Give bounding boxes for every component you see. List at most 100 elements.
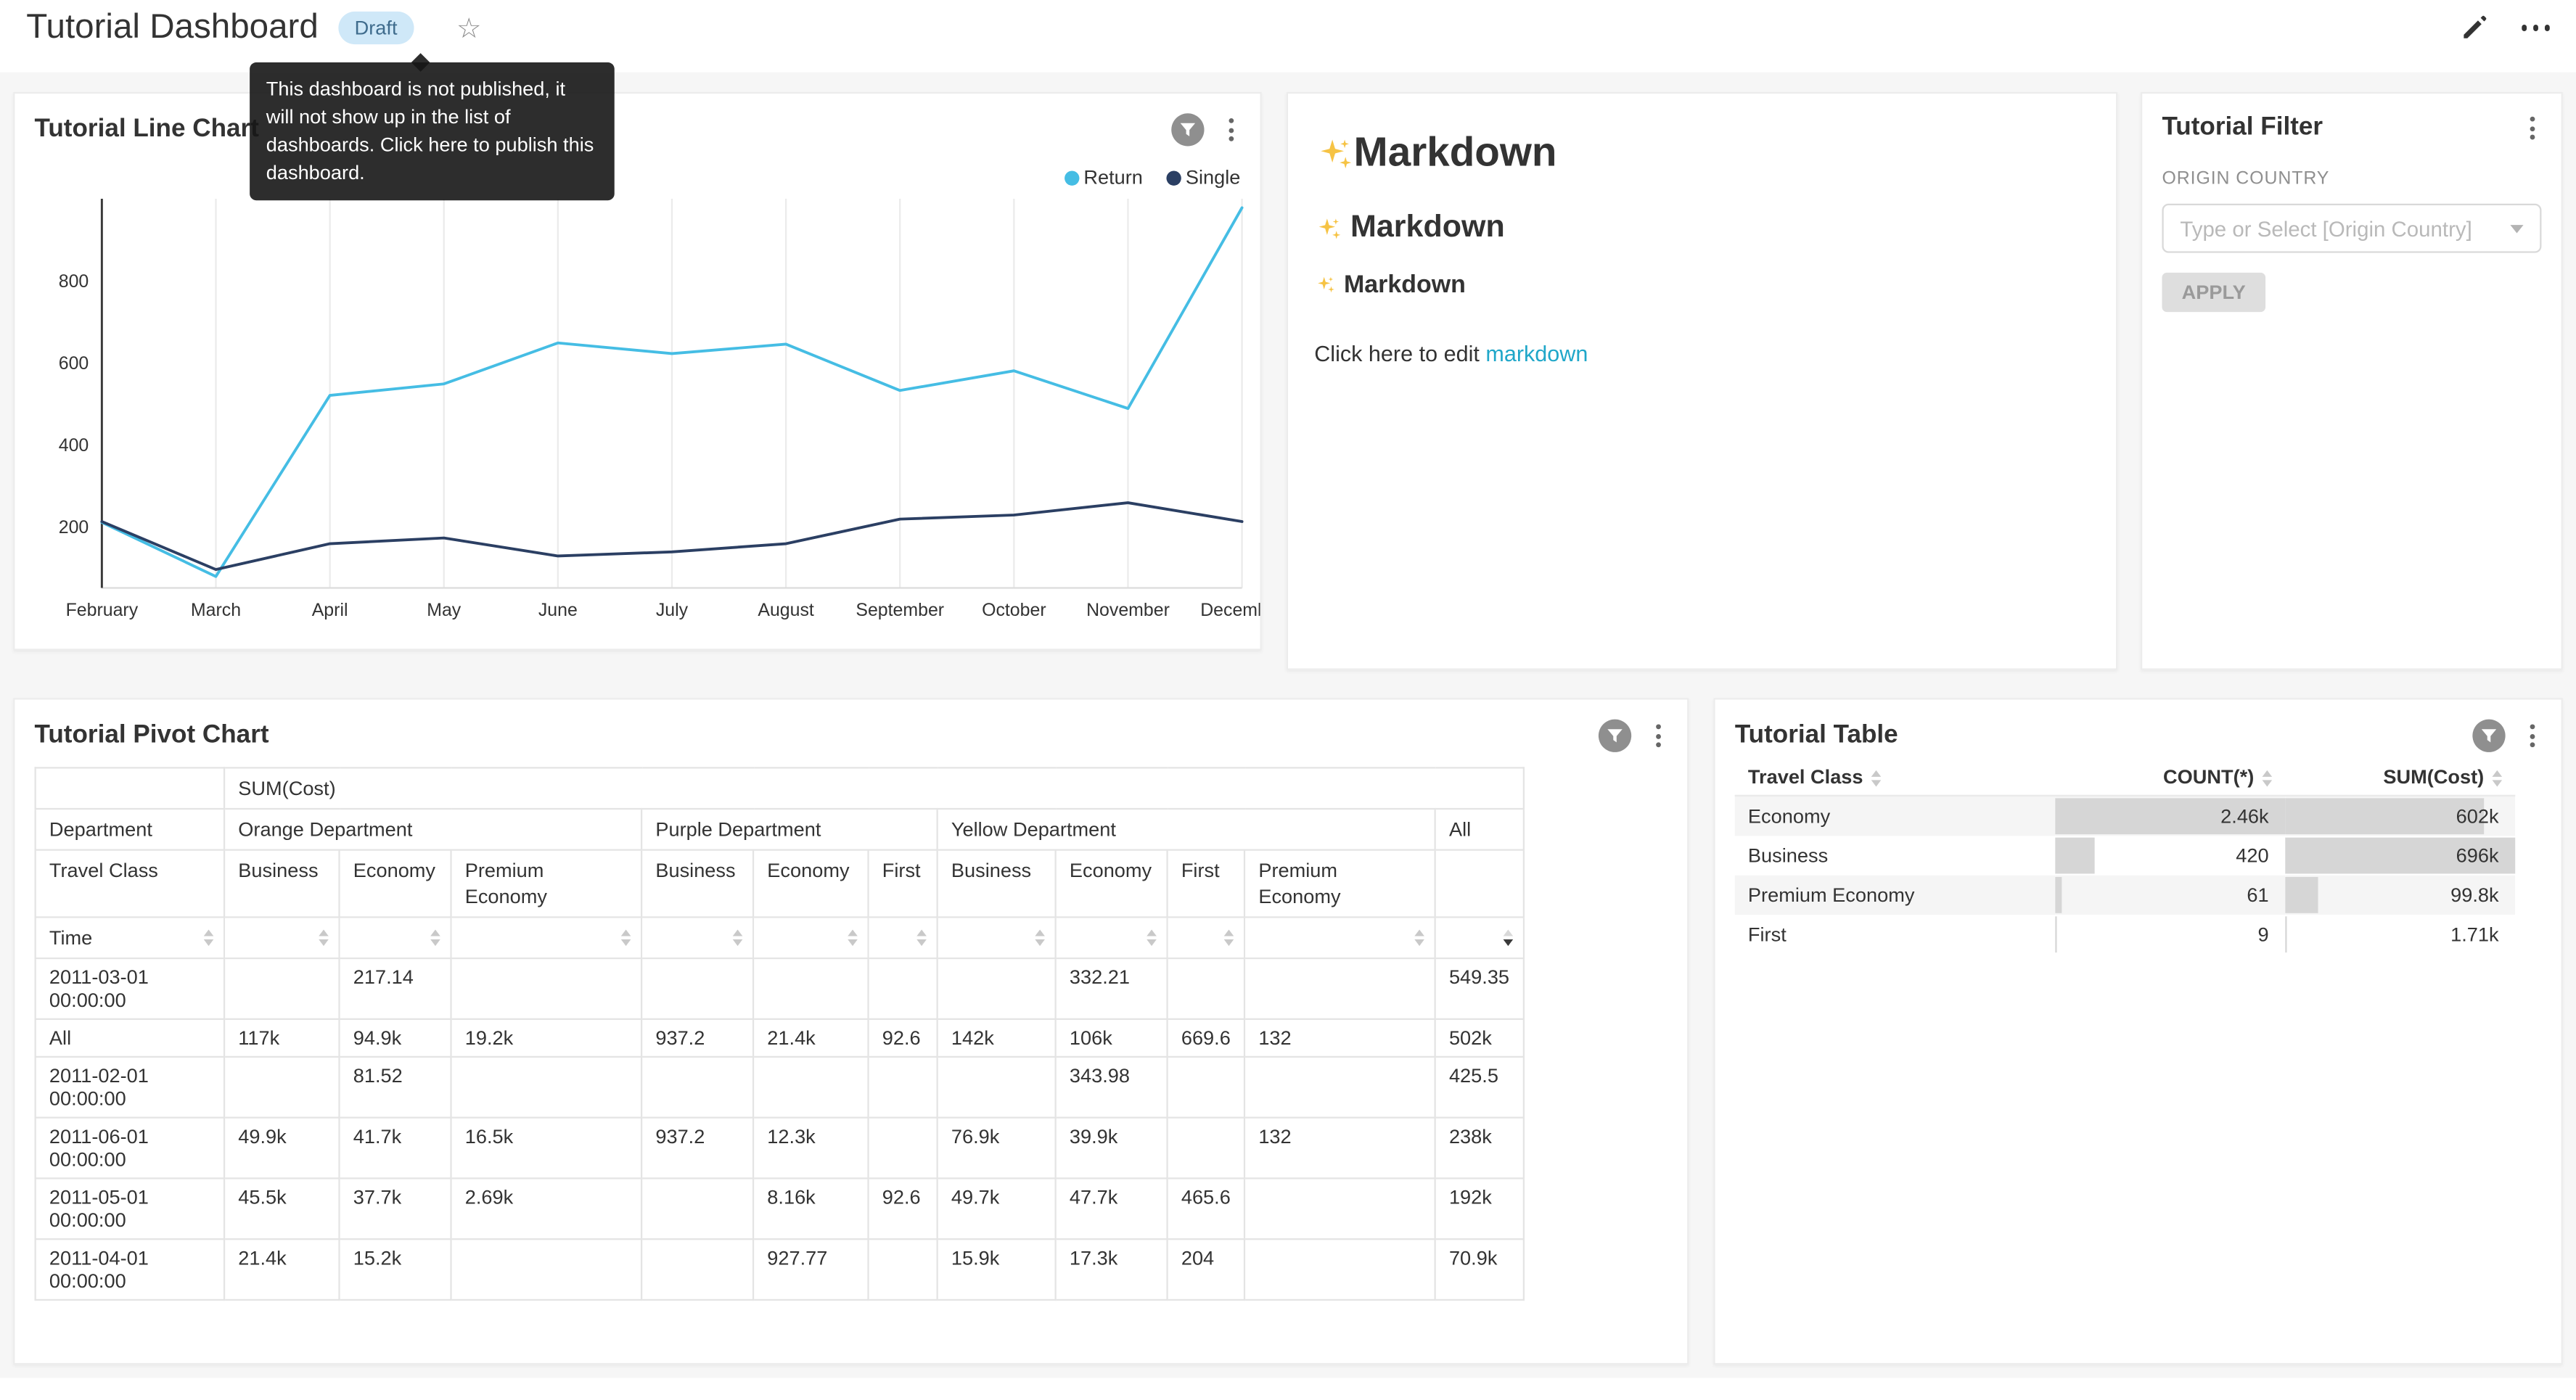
pivot-sort-cell[interactable] [641,917,753,958]
sort-icon[interactable] [621,929,631,946]
pivot-sort-cell[interactable] [451,917,641,958]
pivot-sort-cell[interactable] [938,917,1056,958]
svg-text:400: 400 [59,435,89,456]
travel-class-cell: Business [1735,836,2055,875]
filter-card-title: Tutorial Filter [2162,113,2323,143]
pivot-value-cell [753,1057,868,1118]
pivot-chart-title: Tutorial Pivot Chart [35,721,269,751]
pivot-metric-row: SUM(Cost) [36,767,1524,809]
pivot-time-header[interactable]: Time [36,917,224,958]
pivot-value-cell [1244,1178,1435,1239]
sum-cell: 99.8k [2285,876,2515,915]
svg-text:May: May [427,600,462,620]
apply-button[interactable]: APPLY [2162,273,2265,312]
sort-icon[interactable] [319,929,329,946]
sort-icon[interactable] [733,929,743,946]
svg-text:July: July [656,600,689,620]
edit-markdown-link[interactable]: markdown [1485,342,1588,366]
pivot-sort-cell[interactable] [753,917,868,958]
pivot-value-cell: 238k [1435,1118,1524,1179]
pivot-sort-cell-active[interactable] [1435,917,1524,958]
sum-bar [2285,916,2286,952]
table-kebab-menu-icon[interactable] [2527,721,2538,751]
svg-text:April: April [312,600,348,620]
sort-icon[interactable] [204,929,214,946]
sort-icon[interactable] [2493,770,2503,786]
sort-icon[interactable] [1035,929,1045,946]
sort-icon[interactable] [2263,770,2273,786]
filter-indicator-icon[interactable] [2472,720,2505,752]
pivot-row-label: All [36,1019,224,1057]
table-row[interactable]: First91.71k [1735,915,2515,954]
sort-icon[interactable] [848,929,858,946]
filter-indicator-icon[interactable] [1171,113,1204,146]
unpublished-tooltip: This dashboard is not published, it will… [250,62,615,200]
markdown-h2: Markdown [1314,210,2090,247]
pivot-value-cell: 669.6 [1168,1019,1244,1057]
pivot-value-cell [224,958,339,1019]
table-row[interactable]: Business420696k [1735,836,2515,875]
pivot-sort-cell[interactable] [340,917,451,958]
sort-icon[interactable] [430,929,440,946]
sort-icon[interactable] [1414,929,1424,946]
pivot-data-row: All117k94.9k19.2k937.221.4k92.6142k106k6… [36,1019,1524,1057]
pivot-sort-row: Time [36,917,1524,958]
pivot-sort-cell[interactable] [224,917,339,958]
pivot-value-cell [869,1239,938,1300]
pivot-metric-label: SUM(Cost) [224,767,1523,809]
pivot-value-cell: 937.2 [641,1019,753,1057]
pivot-value-cell: 502k [1435,1019,1524,1057]
column-header-travel-class[interactable]: Travel Class [1735,759,2055,796]
sparkles-icon [1314,214,1342,242]
pivot-value-cell: 142k [938,1019,1056,1057]
table-row[interactable]: Premium Economy6199.8k [1735,876,2515,915]
pivot-value-cell: 45.5k [224,1178,339,1239]
origin-country-select[interactable]: Type or Select [Origin Country] [2162,204,2541,253]
filter-kebab-menu-icon[interactable] [2527,113,2538,143]
pivot-sort-cell[interactable] [1056,917,1168,958]
favorite-star-icon[interactable]: ☆ [456,14,482,41]
pivot-value-cell: 425.5 [1435,1057,1524,1118]
pivot-class-header: Economy [1056,850,1168,918]
column-header-sum-cost[interactable]: SUM(Cost) [2285,759,2515,796]
pivot-row-label: 2011-03-01 00:00:00 [36,958,224,1019]
table-row[interactable]: Economy2.46k602k [1735,796,2515,836]
pivot-value-cell [641,1178,753,1239]
pivot-sort-cell[interactable] [869,917,938,958]
pivot-value-cell [869,1057,938,1118]
tutorial-pivot-chart-card: Tutorial Pivot Chart SUM(Cost)Department… [13,698,1689,1364]
svg-text:September: September [856,600,944,620]
pivot-value-cell [1168,1057,1244,1118]
line-chart-kebab-menu-icon[interactable] [1226,115,1237,144]
pivot-value-cell: 81.52 [340,1057,451,1118]
pivot-value-cell: 92.6 [869,1019,938,1057]
pivot-value-cell: 332.21 [1056,958,1168,1019]
pivot-value-cell: 132 [1244,1019,1435,1057]
sort-icon[interactable] [1871,770,1882,786]
sort-icon[interactable] [1503,929,1513,946]
pivot-value-cell [451,1057,641,1118]
sort-icon[interactable] [1147,929,1157,946]
pivot-group-header: Purple Department [641,809,938,850]
pivot-value-cell [1168,1118,1244,1179]
line-chart[interactable]: 200400600800FebruaryMarchAprilMayJuneJul… [15,186,1261,642]
sort-icon[interactable] [1224,929,1234,946]
pivot-kebab-menu-icon[interactable] [1653,721,1665,751]
pivot-row-label: 2011-05-01 00:00:00 [36,1178,224,1239]
markdown-h3-text: Markdown [1344,271,1466,299]
pivot-value-cell: 15.9k [938,1239,1056,1300]
pivot-value-cell: 49.7k [938,1178,1056,1239]
header-more-menu-icon[interactable] [2521,25,2550,31]
sort-icon[interactable] [916,929,927,946]
draft-badge[interactable]: Draft [338,12,414,44]
svg-text:November: November [1086,600,1170,620]
pivot-value-cell: 927.77 [753,1239,868,1300]
pivot-sort-cell[interactable] [1244,917,1435,958]
origin-country-label: ORIGIN COUNTRY [2162,169,2541,189]
column-header-count[interactable]: COUNT(*) [2055,759,2285,796]
sparkles-icon [1314,134,1353,173]
pivot-sort-cell[interactable] [1168,917,1244,958]
pivot-row-label: 2011-06-01 00:00:00 [36,1118,224,1179]
filter-indicator-icon[interactable] [1599,720,1631,752]
edit-pencil-icon[interactable] [2458,13,2488,43]
